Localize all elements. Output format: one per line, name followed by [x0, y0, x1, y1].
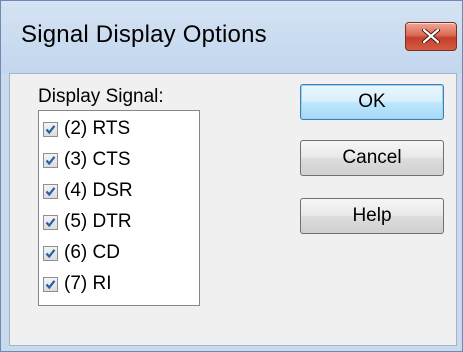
close-button[interactable] — [405, 22, 457, 51]
checkmark-icon — [45, 217, 56, 227]
dialog-client-area: Display Signal: (2) RTS (3) CTS (4) DSR … — [9, 73, 457, 346]
checkbox[interactable] — [43, 121, 58, 137]
signal-item-label: (2) RTS — [64, 118, 131, 139]
display-signal-label: Display Signal: — [38, 86, 164, 107]
checkbox[interactable] — [43, 245, 58, 261]
signal-checklist[interactable]: (2) RTS (3) CTS (4) DSR (5) DTR (6) CD (… — [38, 110, 200, 306]
signal-item-label: (5) DTR — [64, 211, 132, 232]
help-button[interactable]: Help — [300, 198, 444, 234]
checkbox[interactable] — [43, 183, 58, 199]
checkmark-icon — [45, 279, 56, 289]
signal-item-ri[interactable]: (7) RI — [43, 270, 193, 298]
ok-button[interactable]: OK — [300, 84, 444, 120]
checkmark-icon — [45, 186, 56, 196]
signal-item-label: (6) CD — [64, 242, 120, 263]
signal-item-dtr[interactable]: (5) DTR — [43, 208, 193, 236]
checkbox[interactable] — [43, 276, 58, 292]
dialog-window: Signal Display Options Display Signal: (… — [0, 0, 463, 352]
checkmark-icon — [45, 155, 56, 165]
signal-item-label: (3) CTS — [64, 149, 131, 170]
checkbox[interactable] — [43, 214, 58, 230]
signal-item-cd[interactable]: (6) CD — [43, 239, 193, 267]
checkbox[interactable] — [43, 152, 58, 168]
cancel-button[interactable]: Cancel — [300, 140, 444, 176]
checkmark-icon — [45, 124, 56, 134]
window-title: Signal Display Options — [21, 21, 267, 48]
title-bar[interactable]: Signal Display Options — [1, 1, 462, 73]
signal-item-label: (4) DSR — [64, 180, 133, 201]
checkmark-icon — [45, 248, 56, 258]
signal-item-rts[interactable]: (2) RTS — [43, 115, 193, 143]
close-icon — [422, 29, 440, 43]
signal-item-cts[interactable]: (3) CTS — [43, 146, 193, 174]
signal-item-label: (7) RI — [64, 273, 112, 294]
signal-item-dsr[interactable]: (4) DSR — [43, 177, 193, 205]
